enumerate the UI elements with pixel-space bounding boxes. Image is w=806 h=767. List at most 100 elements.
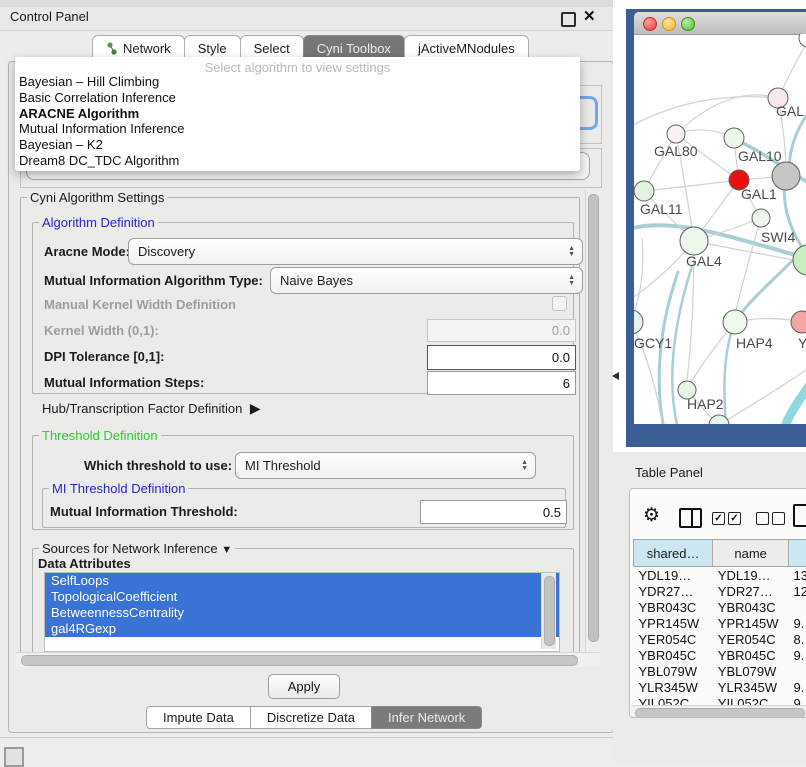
expanded-arrow-icon: ▼ [221,544,232,556]
table-row[interactable]: YER054CYER054C8. [634,631,806,647]
settings-vscroll-thumb[interactable] [588,194,599,642]
checked-checkbox-icon[interactable]: ✓ [728,512,741,525]
attribute-item[interactable]: gal4RGexp [45,621,559,637]
table-row[interactable]: YBR045CYBR045C9. [634,647,806,663]
attribute-item[interactable]: BetweennessCentrality [45,605,559,621]
network-node-gal11[interactable] [634,181,654,201]
table-header-row: shared…nameA [634,540,806,567]
network-node-gcy1[interactable] [634,310,643,334]
table-cell: 9. [789,647,806,663]
attribute-item[interactable]: TopologicalCoefficient [45,589,559,605]
data-attributes-list[interactable]: SelfLoopsTopologicalCoefficientBetweenne… [44,572,560,652]
settings-hscroll-thumb[interactable] [21,655,578,666]
float-panel-icon[interactable] [561,12,576,27]
algorithm-option[interactable]: Bayesian – K2 [15,137,580,153]
table-cell: 13 [789,567,806,584]
dpi-tolerance-label: DPI Tolerance [0,1]: [44,349,164,364]
attribute-item[interactable]: SelfLoops [45,573,559,589]
tab-label: jActiveMNodules [418,41,515,56]
algorithm-option[interactable]: Dream8 DC_TDC Algorithm [15,153,580,169]
tab-discretize-data[interactable]: Discretize Data [250,706,372,729]
hub-definition-toggle[interactable]: Hub/Transcription Factor Definition ▶ [42,400,261,417]
network-node-y[interactable] [791,311,806,333]
table-cell: YBL079W [713,663,789,679]
table-row[interactable]: YBR043CYBR043C [634,599,806,615]
unchecked-checkbox-icon[interactable] [756,512,769,525]
network-node-gal80[interactable] [667,125,685,143]
network-window[interactable]: GALGAL80GAL10GAL1GAL11SWI4GAL4GCY1HAP4YH… [634,12,806,424]
column-view-icon[interactable] [679,508,702,528]
table-row[interactable]: YBL079WYBL079W [634,663,806,679]
network-edge [644,180,739,191]
aracne-mode-combobox[interactable]: Discovery ▲▼ [128,238,583,265]
algorithm-option[interactable]: Mutual Information Inference [15,121,580,137]
algorithm-option[interactable]: Bayesian – Hill Climbing [15,74,580,90]
network-edge [634,97,778,129]
network-edge [784,379,806,424]
tab-label: Network [123,41,171,56]
new-table-icon[interactable] [793,504,806,527]
table-cell: YDL19… [634,567,713,584]
node-label-hap4: HAP4 [736,335,773,351]
which-threshold-value: MI Threshold [245,458,321,473]
which-threshold-combobox[interactable]: MI Threshold ▲▼ [235,452,536,479]
table-cell: YER054C [713,631,789,647]
network-node-gal4[interactable] [680,227,708,255]
table-hscroll-thumb[interactable] [635,708,805,718]
table-cell: YDR27… [634,583,713,599]
attributes-vscrollbar[interactable] [541,573,556,649]
table-row[interactable]: YLR345WYLR345W9. [634,679,806,695]
mi-type-combobox[interactable]: Naive Bayes ▲▼ [270,267,583,294]
mi-steps-field[interactable]: 6 [427,371,576,395]
gear-icon[interactable]: ⚙ [643,504,660,527]
sources-title-text: Sources for Network Inference [42,541,218,556]
checked-checkbox-icon[interactable]: ✓ [712,512,725,525]
column-header-a[interactable]: A [789,540,806,567]
tab-impute-data[interactable]: Impute Data [146,706,251,729]
table-horizontal-scrollbar[interactable] [631,705,806,718]
mi-threshold-field[interactable]: 0.5 [420,500,567,524]
node-label-y: Y [798,335,806,351]
manual-kernel-checkbox[interactable] [552,296,567,311]
attributes-vscroll-thumb[interactable] [544,576,555,646]
kernel-width-field[interactable]: 0.0 [427,319,576,342]
tab-infer-network[interactable]: Infer Network [371,706,482,729]
table-row[interactable]: YPR145WYPR145W9. [634,615,806,631]
settings-horizontal-scrollbar[interactable] [16,652,600,667]
algorithm-option[interactable]: Basic Correlation Inference [15,90,580,106]
close-traffic-light-icon[interactable] [643,17,657,31]
network-canvas[interactable]: GALGAL80GAL10GAL1GAL11SWI4GAL4GCY1HAP4YH… [634,34,806,424]
table-row[interactable]: YDR27…YDR27…12 [634,583,806,599]
network-node[interactable] [799,34,806,47]
table-cell: YBL079W [634,663,713,679]
manual-kernel-label: Manual Kernel Width Definition [44,297,236,312]
column-header-shared-[interactable]: shared… [634,540,713,567]
network-node-gal10[interactable] [724,128,744,148]
collapsed-arrow-icon: ▶ [246,400,261,416]
node-label-swi4: SWI4 [761,229,795,245]
column-header-name[interactable]: name [713,540,789,567]
network-node-swi4[interactable] [752,209,770,227]
zoom-traffic-light-icon[interactable] [681,17,695,31]
node-label-gal1: GAL1 [741,186,777,202]
mi-threshold-group-title: MI Threshold Definition [49,481,188,496]
table-cell: 9. [789,615,806,631]
sources-title[interactable]: Sources for Network Inference ▼ [39,541,235,556]
minimize-traffic-light-icon[interactable] [662,17,676,31]
settings-vertical-scrollbar[interactable] [585,190,601,662]
apply-button[interactable]: Apply [268,674,340,699]
table-row[interactable]: YDL19…YDL19…13 [634,567,806,584]
network-edge [735,218,761,314]
algorithm-option[interactable]: ARACNE Algorithm [15,106,580,122]
minimized-panel-icon[interactable] [4,747,24,767]
table-cell: 9. [789,679,806,695]
network-window-titlebar[interactable] [634,12,806,35]
spinner-arrows-icon: ▲▼ [521,453,528,478]
aracne-mode-label: Aracne Mode: [44,244,130,259]
network-node-hap4[interactable] [723,310,747,334]
dpi-tolerance-field[interactable]: 0.0 [427,345,576,370]
network-node[interactable] [793,245,806,275]
unchecked-checkbox-icon[interactable] [772,512,785,525]
close-icon[interactable]: ✕ [583,7,596,25]
node-attribute-table[interactable]: shared…nameA YDL19…YDL19…13YDR27…YDR27…1… [633,539,806,711]
